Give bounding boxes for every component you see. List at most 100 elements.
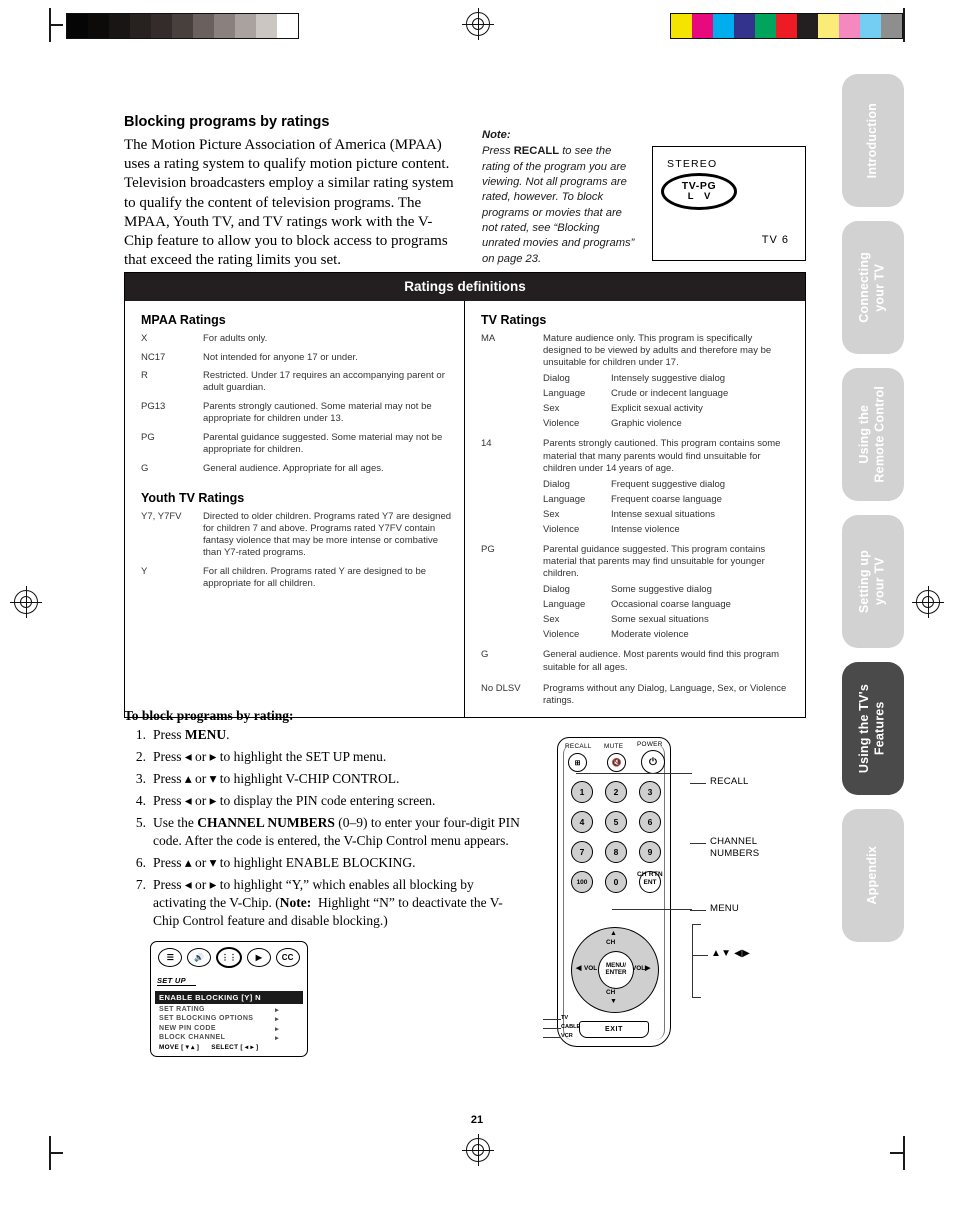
sidebar-tab-setting-up-your-tv[interactable]: Setting up your TV — [842, 515, 904, 648]
rating-description: Parents strongly cautioned. This program… — [543, 438, 781, 474]
step-item: 5. Use the CHANNEL NUMBERS (0–9) to enter… — [124, 814, 524, 850]
remote-key-1[interactable]: 1 — [571, 781, 593, 803]
sidebar-tab-label: Appendix — [865, 846, 880, 905]
rating-subrow: Violence Graphic violence — [543, 418, 793, 429]
channel-indicator: TV 6 — [761, 234, 789, 246]
chevron-right-icon: ▸ — [275, 1006, 279, 1014]
pad-left-arrow[interactable]: ◀ — [576, 964, 581, 972]
ratings-definitions-title: Ratings definitions — [125, 273, 805, 301]
rating-code: PG13 — [141, 401, 166, 413]
rating-description: General audience. Most parents would fin… — [543, 649, 780, 673]
step-number: 1. — [135, 727, 146, 742]
rating-code: PG — [141, 431, 155, 443]
rating-subrow: Dialog Frequent suggestive dialog — [543, 479, 793, 490]
remote-key-100[interactable]: 100 — [571, 871, 593, 893]
rating-subrow: Language Crude or indecent language — [543, 388, 793, 399]
remote-key-6[interactable]: 6 — [639, 811, 661, 833]
remote-source-cable[interactable]: CABLE — [561, 1024, 580, 1030]
step-item: 1. Press MENU. — [124, 726, 524, 744]
recall-key[interactable]: ⊞ — [568, 753, 587, 772]
power-key[interactable]: ⏻ — [641, 750, 665, 774]
rating-subrow-key: Language — [543, 388, 586, 400]
remote-source-leader — [543, 1037, 561, 1039]
exit-key[interactable]: EXIT — [579, 1021, 649, 1038]
step-text: Press MENU. — [153, 727, 230, 742]
setup-menu-select-hint: SELECT [ ◂ ▸ ] — [211, 1044, 259, 1051]
ratings-definitions-box: Ratings definitions MPAA Ratings X For ad… — [124, 272, 806, 718]
step-item: 4. Press ◂ or ▸ to display the PIN code e… — [124, 792, 524, 810]
remote-source-tv[interactable]: TV — [561, 1015, 568, 1021]
color-patch — [671, 14, 692, 38]
intro-paragraph: The Motion Picture Association of Americ… — [124, 137, 454, 269]
remote-key-4[interactable]: 4 — [571, 811, 593, 833]
rating-subrow: Language Frequent coarse language — [543, 494, 793, 505]
pad-down-arrow[interactable]: ▼ — [610, 998, 617, 1005]
sidebar-tab-using-the-tv-s-features[interactable]: Using the TV's Features — [842, 662, 904, 795]
pad-up-arrow[interactable]: ▲ — [610, 930, 617, 937]
color-print-bar — [670, 13, 903, 39]
direction-pad[interactable]: ▲ CH ◀ VOL ▶ VOL CH ▼ MENU/ ENTER — [571, 927, 659, 1013]
cc-icon: CC — [275, 948, 300, 967]
grayscale-print-wedge — [66, 13, 299, 39]
step-item: 2. Press ◂ or ▸ to highlight the SET UP m… — [124, 748, 524, 766]
step-item: 6. Press ▴ or ▾ to highlight ENABLE BLOCK… — [124, 854, 524, 872]
remote-key-5[interactable]: 5 — [605, 811, 627, 833]
callout-line-recall-leader — [576, 773, 692, 775]
rating-subrow-value: Frequent suggestive dialog — [611, 478, 726, 490]
remote-key-2[interactable]: 2 — [605, 781, 627, 803]
setup-menu-item[interactable]: NEW PIN CODE ▸ — [151, 1023, 307, 1033]
crop-mark-br-h — [890, 1152, 904, 1154]
gray-patch — [256, 14, 277, 38]
step-text: Press ◂ or ▸ to highlight the SET UP men… — [153, 748, 387, 764]
color-patch — [797, 14, 818, 38]
rating-description: Mature audience only. This program is sp… — [543, 333, 772, 369]
remote-key-3[interactable]: 3 — [639, 781, 661, 803]
sidebar-tab-using-the-remote-control[interactable]: Using the Remote Control — [842, 368, 904, 501]
mpaa-heading: MPAA Ratings — [141, 313, 226, 327]
sidebar-tab-label: Using the Remote Control — [857, 386, 887, 483]
remote-key-7[interactable]: 7 — [571, 841, 593, 863]
chevron-right-icon: ▸ — [275, 1025, 279, 1033]
setup-menu-item-label: SET BLOCKING OPTIONS — [159, 1015, 254, 1023]
crop-mark-bl-h — [49, 1152, 63, 1154]
rating-subrow-value: Moderate violence — [611, 629, 689, 641]
remote-source-vcr[interactable]: VCR — [561, 1033, 573, 1039]
rating-subrow-value: Intense violence — [611, 523, 680, 535]
rating-subrow-key: Dialog — [543, 373, 570, 385]
chevron-right-icon: ▸ — [275, 1016, 279, 1024]
step-text: Press ▴ or ▾ to highlight V-CHIP CONTROL… — [153, 770, 400, 786]
rating-row: PG13 Parents strongly cautioned. Some mat… — [141, 401, 452, 425]
rating-subrow-key: Violence — [543, 418, 580, 430]
setup-menu-item[interactable]: SET BLOCKING OPTIONS ▸ — [151, 1014, 307, 1024]
rating-subrow: Sex Explicit sexual activity — [543, 403, 793, 414]
sidebar-tab-label: Setting up your TV — [857, 549, 887, 614]
rating-row: G General audience. Most parents would fi… — [481, 649, 793, 673]
color-patch — [776, 14, 797, 38]
sidebar-tab-appendix[interactable]: Appendix — [842, 809, 904, 942]
rating-subrow-value: Crude or indecent language — [611, 388, 729, 400]
pad-right-arrow[interactable]: ▶ — [645, 964, 650, 972]
rating-row: G General audience. Appropriate for all a… — [141, 463, 452, 475]
page-title: Blocking programs by ratings — [124, 114, 330, 130]
rating-subrow-key: Language — [543, 599, 586, 611]
rating-row: PG Parental guidance suggested. This prog… — [481, 544, 793, 640]
remote-key-0[interactable]: 0 — [605, 871, 627, 893]
rating-description: Parents strongly cautioned. Some materia… — [203, 401, 432, 425]
setup-menu-item[interactable]: BLOCK CHANNEL ▸ — [151, 1033, 307, 1043]
menu-enter-key[interactable]: MENU/ ENTER — [598, 951, 634, 989]
remote-key-9[interactable]: 9 — [639, 841, 661, 863]
sidebar-tab-label: Using the TV's Features — [857, 683, 887, 774]
sidebar-tab-connecting-your-tv[interactable]: Connecting your TV — [842, 221, 904, 354]
remote-key-8[interactable]: 8 — [605, 841, 627, 863]
chevron-right-icon: ▸ — [275, 1035, 279, 1043]
step-item: 3. Press ▴ or ▾ to highlight V-CHIP CONTR… — [124, 770, 524, 788]
setup-menu-label: SET UP — [157, 976, 196, 986]
mute-key[interactable]: 🔇 — [607, 753, 626, 772]
rating-description: Restricted. Under 17 requires an accompa… — [203, 370, 445, 394]
rating-row: 14 Parents strongly cautioned. This progr… — [481, 438, 793, 534]
color-patch — [692, 14, 713, 38]
power-key-label: POWER — [637, 741, 663, 748]
setup-menu-item[interactable]: SET RATING ▸ — [151, 1004, 307, 1014]
rating-row: NC17 Not intended for anyone 17 or under. — [141, 352, 452, 364]
sidebar-tab-introduction[interactable]: Introduction — [842, 74, 904, 207]
